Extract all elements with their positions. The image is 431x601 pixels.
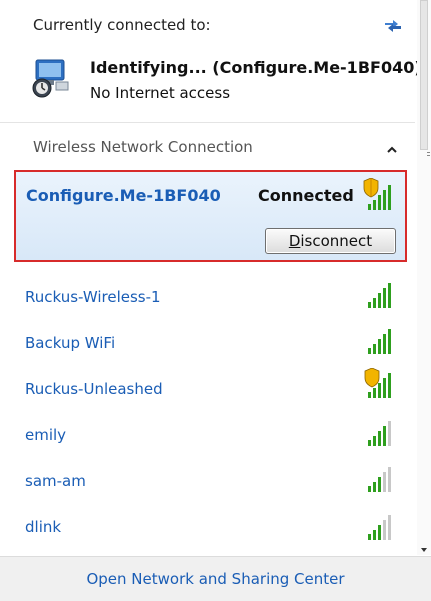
signal-icon (364, 462, 400, 494)
section-label: Wireless Network Connection (33, 138, 253, 156)
disconnect-accesskey: D (288, 232, 301, 250)
network-list-item[interactable]: emily (0, 414, 415, 460)
signal-secured-icon (362, 177, 400, 212)
network-name: emily (25, 426, 67, 444)
signal-secured-icon (364, 367, 400, 400)
selected-network-name: Configure.Me-1BF040 (26, 186, 221, 205)
disconnect-label: isconnect (300, 232, 373, 250)
network-list-item[interactable]: sam-am (0, 460, 415, 506)
current-network-status: No Internet access (90, 84, 231, 102)
network-list-item[interactable]: dlink (0, 506, 415, 552)
network-name: dlink (25, 518, 62, 536)
network-computer-icon (30, 58, 72, 98)
network-list-item[interactable]: Ruckus-Unleashed (0, 367, 415, 414)
network-list-item[interactable]: Backup WiFi (0, 322, 415, 368)
scrollbar-thumb[interactable] (420, 0, 428, 150)
disconnect-button[interactable]: Disconnect (265, 228, 396, 254)
current-network-name: Identifying... (Configure.Me-1BF040) (90, 58, 422, 77)
selected-network-status: Connected (258, 186, 354, 205)
network-name: Backup WiFi (25, 334, 116, 352)
network-name: Ruckus-Wireless-1 (25, 288, 161, 306)
refresh-icon[interactable] (382, 16, 404, 34)
network-name: sam-am (25, 472, 86, 490)
network-list-item[interactable]: Ruckus-Wireless-1 (0, 276, 415, 322)
signal-icon (364, 324, 400, 356)
connected-header: Currently connected to: (33, 16, 211, 34)
network-name: Ruckus-Unleashed (25, 380, 163, 398)
divider (0, 122, 415, 123)
signal-icon (364, 278, 400, 310)
signal-icon (364, 510, 400, 542)
signal-icon (364, 416, 400, 448)
chevron-up-icon[interactable] (386, 141, 398, 153)
grip-icon (427, 145, 431, 156)
network-flyout: Currently connected to: Identifying... (… (0, 0, 422, 601)
open-network-sharing-center-link[interactable]: Open Network and Sharing Center (0, 570, 431, 588)
scroll-down-icon[interactable] (419, 540, 429, 552)
